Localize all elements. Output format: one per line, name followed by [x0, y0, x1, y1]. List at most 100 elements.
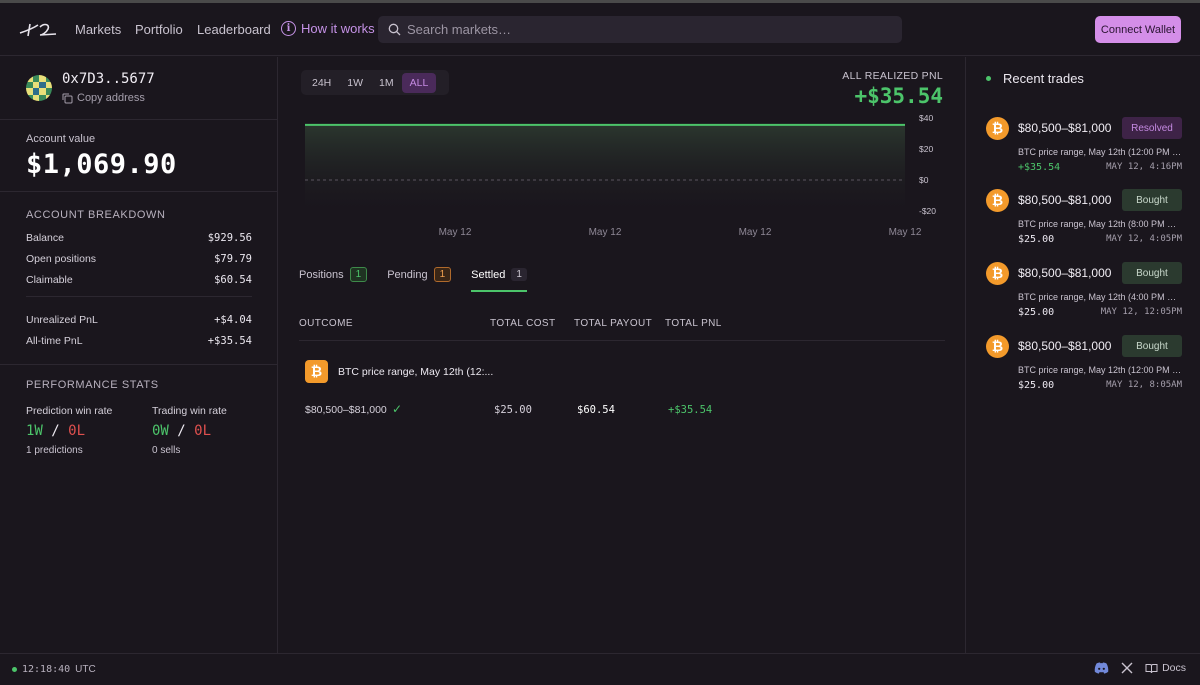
search-bar: [378, 16, 902, 43]
breakdown-label: All-time PnL: [26, 335, 83, 347]
breakdown-row-claimable: Claimable $60.54: [26, 274, 252, 286]
breakdown-label: Unrealized PnL: [26, 314, 98, 326]
trade-time: MAY 12, 8:05AM: [1106, 380, 1182, 390]
breakdown-row-all-time-pnl: All-time PnL +$35.54: [26, 335, 252, 347]
tab-count-badge: 1: [511, 268, 527, 281]
divider: [26, 296, 252, 297]
trade-item[interactable]: ₿ $80,500–$81,000 Bought BTC price range…: [986, 335, 1182, 391]
tab-label: Positions: [299, 268, 344, 281]
y-tick-label: $40: [919, 113, 933, 123]
bitcoin-icon: ₿: [305, 360, 328, 383]
check-icon: ✓: [392, 402, 403, 416]
nav-leaderboard[interactable]: Leaderboard: [197, 22, 271, 37]
search-input[interactable]: [407, 22, 877, 37]
prediction-win-loss: 1W / 0L: [26, 423, 86, 439]
copy-address-label: Copy address: [77, 92, 145, 104]
total-cost-cell: $25.00: [494, 404, 532, 416]
trade-item[interactable]: ₿ $80,500–$81,000 Bought BTC price range…: [986, 262, 1182, 318]
logo-icon[interactable]: [18, 21, 60, 39]
tab-count-badge: 1: [433, 267, 452, 282]
wallet-address: 0x7D3..5677: [62, 71, 155, 87]
range-tab-1m[interactable]: 1M: [371, 73, 402, 93]
info-icon: i: [281, 21, 296, 36]
total-payout-cell: $60.54: [577, 404, 615, 416]
trading-wins: 0W: [152, 423, 169, 439]
status-badge: Bought: [1122, 335, 1182, 357]
trade-name: $80,500–$81,000: [1018, 193, 1112, 207]
breakdown-row-balance: Balance $929.56: [26, 232, 252, 244]
recent-trades-header: Recent trades: [986, 71, 1084, 86]
total-pnl-cell: +$35.54: [668, 404, 713, 416]
bitcoin-icon: ₿: [986, 335, 1009, 358]
breakdown-row-unrealized-pnl: Unrealized PnL +$4.04: [26, 314, 252, 326]
breakdown-value: +$35.54: [207, 335, 252, 347]
performance-stats-title: PERFORMANCE STATS: [26, 379, 159, 391]
trade-item[interactable]: ₿ $80,500–$81,000 Bought BTC price range…: [986, 189, 1182, 245]
range-tab-all[interactable]: ALL: [401, 72, 437, 93]
column-header-outcome[interactable]: OUTCOME: [299, 318, 353, 329]
avatar: [26, 75, 52, 101]
trading-losses: 0L: [194, 423, 212, 439]
nav-how-it-works[interactable]: i How it works: [281, 21, 375, 36]
trading-sell-count: 0 sells: [152, 445, 181, 456]
trade-name: $80,500–$81,000: [1018, 339, 1112, 353]
y-tick-label: $20: [919, 144, 933, 154]
tab-settled[interactable]: Settled 1: [471, 267, 527, 292]
bitcoin-icon: ₿: [986, 117, 1009, 140]
trade-item[interactable]: ₿ $80,500–$81,000 Resolved BTC price ran…: [986, 117, 1182, 173]
discord-icon[interactable]: [1094, 662, 1109, 674]
status-dot-icon: [12, 667, 17, 672]
prediction-count: 1 predictions: [26, 445, 83, 456]
column-header-total-payout[interactable]: TOTAL PAYOUT: [574, 318, 652, 329]
y-tick-label: -$20: [919, 206, 936, 216]
trading-win-loss: 0W / 0L: [152, 423, 212, 439]
realized-pnl-value: +$35.54: [854, 84, 943, 108]
tab-count-badge: 1: [349, 267, 368, 282]
account-breakdown-title: ACCOUNT BREAKDOWN: [26, 209, 166, 221]
how-it-works-label: How it works: [301, 21, 375, 36]
live-dot-icon: [986, 76, 991, 81]
account-value-label: Account value: [26, 133, 96, 145]
breakdown-label: Open positions: [26, 253, 97, 265]
divider: [299, 340, 945, 341]
bitcoin-icon: ₿: [986, 189, 1009, 212]
trade-description: BTC price range, May 12th (12:00 PM UTC)…: [1018, 365, 1182, 375]
x-tick-label: May 12: [889, 227, 922, 238]
positions-tabs: Positions 1 Pending 1 Settled 1: [299, 267, 527, 292]
account-value: $1,069.90: [26, 149, 177, 180]
copy-address-button[interactable]: Copy address: [62, 92, 145, 104]
prediction-wins: 1W: [26, 423, 43, 439]
breakdown-value: $60.54: [214, 274, 252, 286]
portfolio-main: 24H 1W 1M ALL ALL REALIZED PNL +$35.54 $…: [279, 57, 965, 653]
docs-link[interactable]: Docs: [1145, 662, 1186, 674]
nav-portfolio[interactable]: Portfolio: [135, 22, 183, 37]
tab-label: Settled: [471, 268, 506, 281]
y-tick-label: $0: [919, 175, 929, 185]
tab-pending[interactable]: Pending 1: [387, 267, 452, 292]
bitcoin-icon: ₿: [986, 262, 1009, 285]
breakdown-label: Claimable: [26, 274, 73, 286]
server-timezone: UTC: [75, 664, 96, 675]
column-header-total-pnl[interactable]: TOTAL PNL: [665, 318, 722, 329]
tab-label: Pending: [387, 268, 428, 281]
server-time: 12:18:40: [22, 664, 71, 675]
breakdown-value: $79.79: [214, 253, 252, 265]
x-icon[interactable]: [1121, 662, 1133, 674]
connect-wallet-button[interactable]: Connect Wallet: [1095, 16, 1181, 43]
column-header-total-cost[interactable]: TOTAL COST: [490, 318, 556, 329]
market-title[interactable]: BTC price range, May 12th (12:...: [338, 366, 493, 378]
realized-pnl-label: ALL REALIZED PNL: [842, 70, 943, 82]
trading-win-rate-label: Trading win rate: [152, 405, 227, 417]
breakdown-label: Balance: [26, 232, 64, 244]
prediction-win-rate-label: Prediction win rate: [26, 405, 113, 417]
nav-markets[interactable]: Markets: [75, 22, 121, 37]
range-tab-1w[interactable]: 1W: [339, 73, 371, 93]
status-badge: Bought: [1122, 189, 1182, 211]
server-status: 12:18:40 UTC: [12, 664, 96, 675]
trade-name: $80,500–$81,000: [1018, 121, 1112, 135]
trade-time: MAY 12, 4:16PM: [1106, 162, 1182, 172]
outcome-cell: $80,500–$81,000: [305, 404, 387, 416]
trade-amount: +$35.54: [1018, 162, 1061, 173]
range-tab-24h[interactable]: 24H: [304, 73, 339, 93]
tab-positions[interactable]: Positions 1: [299, 267, 368, 292]
